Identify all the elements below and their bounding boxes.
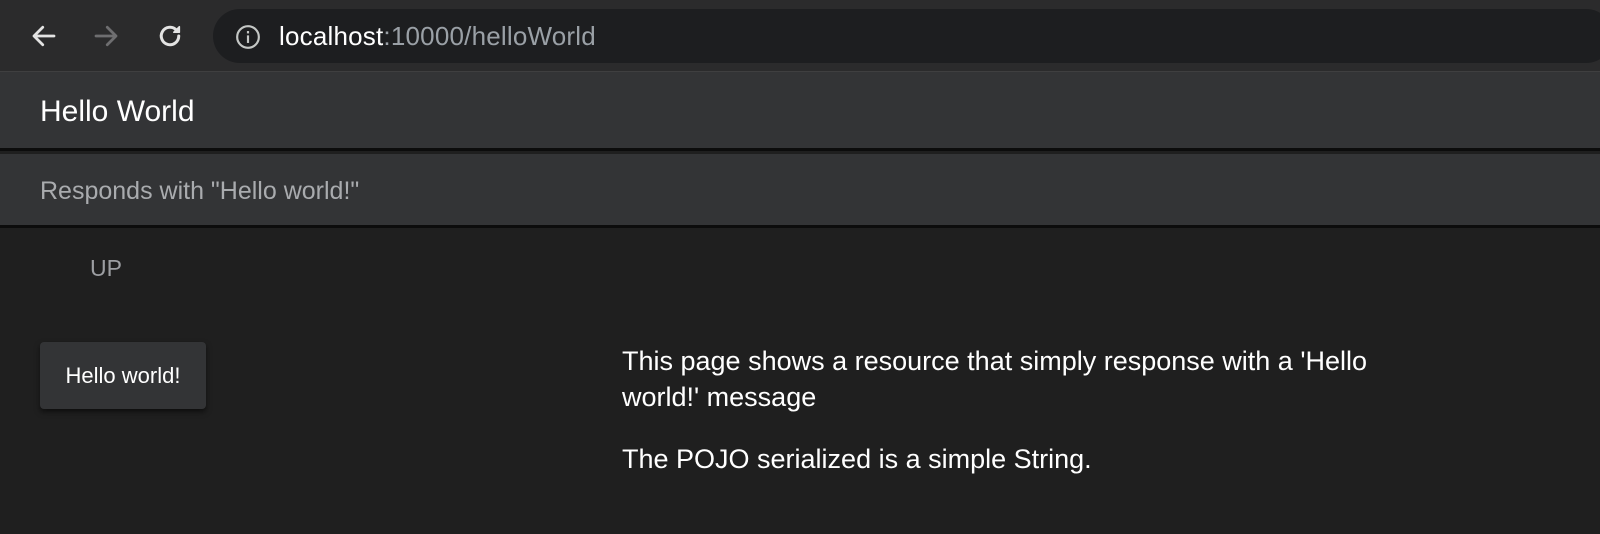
info-icon[interactable]	[235, 24, 261, 50]
subheader-text: Responds with "Hello world!"	[40, 177, 360, 205]
reload-button[interactable]	[152, 18, 188, 54]
description-paragraph: The POJO serialized is a simple String.	[622, 444, 1092, 474]
arrow-left-icon	[32, 25, 56, 47]
reload-icon	[159, 25, 181, 47]
main-content: UP Hello world! This page shows a resour…	[0, 231, 1600, 534]
back-button[interactable]	[26, 18, 62, 54]
subheader: Responds with "Hello world!"	[0, 154, 1600, 228]
arrow-right-icon	[94, 25, 118, 47]
url-host: localhost	[279, 21, 384, 51]
app-bar: Hello World	[0, 72, 1600, 151]
url-text[interactable]: localhost:10000/helloWorld	[279, 9, 596, 63]
url-path: :10000/helloWorld	[383, 21, 596, 51]
page-title: Hello World	[40, 95, 195, 128]
browser-toolbar: localhost:10000/helloWorld	[0, 0, 1600, 72]
status-label: UP	[90, 255, 122, 281]
description-paragraph: This page shows a resource that simply r…	[622, 346, 1368, 412]
hello-world-button[interactable]: Hello world!	[40, 342, 206, 409]
description: This page shows a resource that simply r…	[622, 343, 1402, 503]
address-bar[interactable]: localhost:10000/helloWorld	[213, 9, 1600, 63]
forward-button[interactable]	[88, 18, 124, 54]
